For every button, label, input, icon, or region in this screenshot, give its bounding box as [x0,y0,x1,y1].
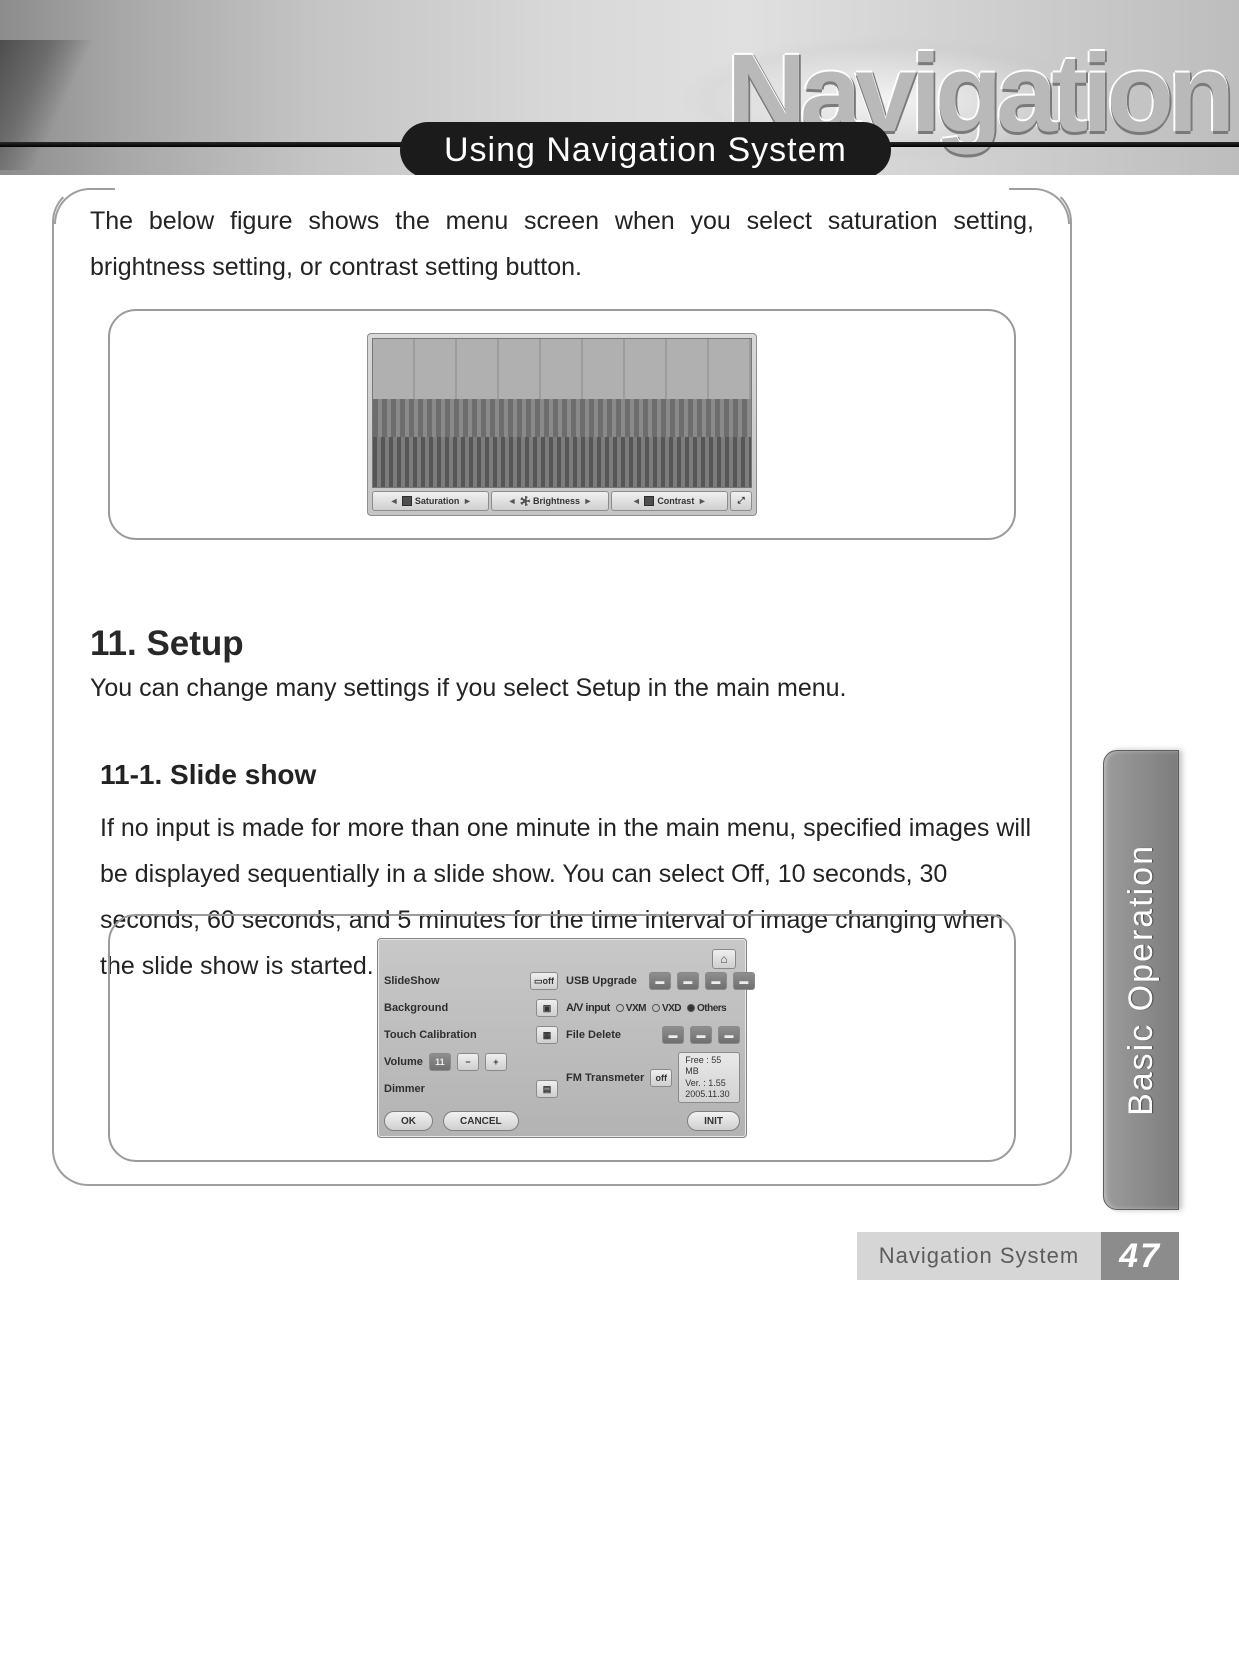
monitor-icon: ▭ [534,976,543,987]
dimmer-icon: ▤ [543,1084,552,1095]
page-footer: Navigation System 47 [857,1232,1179,1280]
usb-chip-4[interactable]: ▬ [733,972,755,990]
dimmer-label: Dimmer [384,1083,425,1095]
usb-chip-3[interactable]: ▬ [705,972,727,990]
brightness-label: Brightness [533,496,580,506]
plus-icon: + [493,1057,498,1067]
image-icon: ▣ [543,1003,552,1014]
intro-paragraph: The below figure shows the menu screen w… [90,198,1034,291]
slideshow-value: off [543,976,555,986]
dimmer-button[interactable]: ▤ [536,1080,558,1098]
volume-value: 11 [429,1053,451,1071]
figure-frame-1: ◄ Saturation ► ◄ Brightness ► ◄ Contrast… [108,309,1016,540]
home-icon: ⌂ [720,952,727,966]
chapter-title: Using Navigation System [444,131,847,170]
fm-value-button[interactable]: off [650,1069,672,1087]
section-subtext: You can change many settings if you sele… [90,674,1034,703]
home-button[interactable]: ⌂ [712,949,736,969]
footer-section-label: Navigation System [857,1232,1101,1280]
av-radio-others[interactable]: Others [687,1003,726,1014]
volume-increase-button[interactable]: + [485,1053,507,1071]
page-header: Navigation Using Navigation System [0,0,1239,175]
setup-left-column: SlideShow ▭ off Background ▣ [384,971,558,1103]
figure-1-control-bar: ◄ Saturation ► ◄ Brightness ► ◄ Contrast… [372,491,752,511]
file-delete-chip-1[interactable]: ▬ [662,1026,684,1044]
fm-transmeter-label: FM Transmeter [566,1072,644,1084]
expand-icon: ⤢ [737,495,744,506]
chapter-title-pill: Using Navigation System [400,122,891,175]
left-arrow-icon[interactable]: ◄ [389,496,399,506]
cancel-button[interactable]: CANCEL [443,1111,519,1131]
figure-1-screenshot: ◄ Saturation ► ◄ Brightness ► ◄ Contrast… [367,333,757,516]
usb-upgrade-label: USB Upgrade [566,975,637,987]
background-label: Background [384,1002,448,1014]
figure-frame-2: ⌂ SlideShow ▭ off Background [108,914,1016,1162]
right-arrow-icon[interactable]: ► [462,496,472,506]
right-arrow-icon[interactable]: ► [697,496,707,506]
contrast-control[interactable]: ◄ Contrast ► [611,491,728,511]
figure-1-image-area [372,338,752,488]
left-arrow-icon[interactable]: ◄ [507,496,517,506]
av-radio-vxd[interactable]: VXD [652,1003,681,1014]
file-delete-label: File Delete [566,1029,621,1041]
content-card: The below figure shows the menu screen w… [52,186,1072,1186]
section-heading-setup: 11. Setup [90,624,1034,664]
saturation-icon [402,496,412,506]
left-arrow-icon[interactable]: ◄ [631,496,641,506]
slideshow-value-button[interactable]: ▭ off [530,972,558,990]
saturation-control[interactable]: ◄ Saturation ► [372,491,489,511]
file-delete-chip-3[interactable]: ▬ [718,1026,740,1044]
header-bg-stripe [0,40,110,170]
file-delete-chip-2[interactable]: ▬ [690,1026,712,1044]
contrast-label: Contrast [657,496,694,506]
ok-button[interactable]: OK [384,1111,433,1131]
volume-label: Volume [384,1056,423,1068]
av-radio-vxm[interactable]: VXM [616,1003,646,1014]
figure-2-setup-dialog: ⌂ SlideShow ▭ off Background [377,938,747,1138]
expand-button[interactable]: ⤢ [730,491,752,511]
setup-dialog-footer: OK CANCEL INIT [384,1111,740,1131]
right-arrow-icon[interactable]: ► [583,496,593,506]
setup-right-column: USB Upgrade ▬ ▬ ▬ ▬ A/V input VXM VXD Ot… [566,971,740,1103]
av-input-row: A/V input VXM VXD Others [566,998,740,1018]
av-input-label: A/V input [566,1002,610,1014]
target-icon: ▦ [543,1030,552,1041]
status-free: Free : 55 MB [685,1055,733,1078]
side-tab-basic-operation: Basic Operation [1103,750,1179,1210]
brightness-control[interactable]: ◄ Brightness ► [491,491,608,511]
volume-decrease-button[interactable]: − [457,1053,479,1071]
side-tab-label: Basic Operation [1122,844,1161,1116]
usb-chip-1[interactable]: ▬ [649,972,671,990]
saturation-label: Saturation [415,496,460,506]
init-button[interactable]: INIT [687,1111,740,1131]
footer-page-number: 47 [1101,1232,1179,1280]
status-box: Free : 55 MB Ver. : 1.55 2005.11.30 [678,1052,740,1103]
background-button[interactable]: ▣ [536,999,558,1017]
subsection-heading-slideshow: 11-1. Slide show [100,759,1034,791]
minus-icon: − [465,1057,470,1067]
usb-chip-2[interactable]: ▬ [677,972,699,990]
touch-calibration-label: Touch Calibration [384,1029,477,1041]
contrast-icon [644,496,654,506]
brightness-icon [520,496,530,506]
status-version: Ver. : 1.55 [685,1078,733,1089]
status-date: 2005.11.30 [685,1089,733,1100]
slideshow-label: SlideShow [384,975,440,987]
touch-calibration-button[interactable]: ▦ [536,1026,558,1044]
